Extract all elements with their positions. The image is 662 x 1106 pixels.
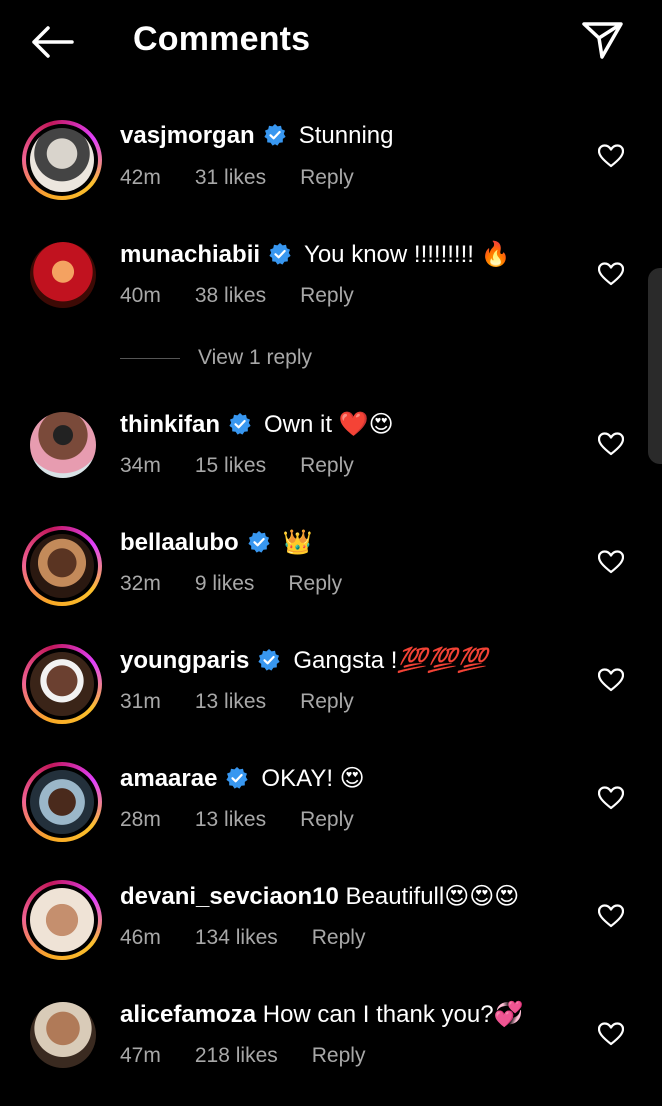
comment-row: bellaalubo 👑 32m 9 likes Reply: [0, 524, 662, 634]
comment-likes[interactable]: 38 likes: [195, 284, 266, 307]
comment-likes[interactable]: 31 likes: [195, 166, 266, 189]
back-arrow-icon[interactable]: [28, 22, 76, 62]
reply-button[interactable]: Reply: [312, 1044, 366, 1067]
page-title: Comments: [133, 20, 311, 58]
reply-button[interactable]: Reply: [288, 572, 342, 595]
comment-username[interactable]: munachiabii: [120, 241, 260, 268]
verified-badge-icon: [264, 124, 286, 146]
avatar[interactable]: [22, 238, 102, 318]
reply-button[interactable]: Reply: [300, 808, 354, 831]
reply-button[interactable]: Reply: [312, 926, 366, 949]
comment-text: How can I thank you?: [262, 1001, 494, 1028]
divider: [120, 357, 180, 359]
top-bar: Comments: [0, 0, 662, 84]
comment-emoji: 🔥: [480, 241, 511, 268]
share-icon[interactable]: [578, 16, 626, 64]
comment-time: 34m: [120, 454, 161, 477]
comment-emoji: 💞: [493, 1001, 524, 1028]
avatar[interactable]: [22, 998, 102, 1078]
comment-time: 31m: [120, 690, 161, 713]
comment-text: OKAY!: [261, 765, 333, 792]
avatar[interactable]: [22, 880, 102, 960]
comment-emoji: 💯💯💯: [397, 647, 488, 674]
scroll-handle[interactable]: [648, 268, 662, 464]
avatar[interactable]: [22, 408, 102, 488]
comment-row: youngparis Gangsta !💯💯💯 31m 13 likes Reply: [0, 642, 662, 752]
comment-likes[interactable]: 13 likes: [195, 808, 266, 831]
comment-username[interactable]: vasjmorgan: [120, 122, 255, 149]
comment-time: 42m: [120, 166, 161, 189]
comment-likes[interactable]: 134 likes: [195, 926, 278, 949]
comment-time: 47m: [120, 1044, 161, 1067]
like-heart-icon[interactable]: [598, 1022, 624, 1046]
comment-row: thinkifan Own it ❤️😍 34m 15 likes Reply: [0, 406, 662, 516]
avatar[interactable]: [22, 762, 102, 842]
comment-emoji: 👑: [282, 529, 313, 556]
verified-badge-icon: [258, 649, 280, 671]
comment-username[interactable]: amaarae: [120, 765, 217, 792]
comment-text: Stunning: [298, 122, 394, 149]
like-heart-icon[interactable]: [598, 904, 624, 928]
comment-row: munachiabii You know !!!!!!!!! 🔥 40m 38 li…: [0, 236, 662, 346]
reply-button[interactable]: Reply: [300, 454, 354, 477]
comment-row: vasjmorgan Stunning 42m 31 likes Reply: [0, 118, 662, 228]
comment-username[interactable]: youngparis: [120, 647, 249, 674]
avatar[interactable]: [22, 120, 102, 200]
comment-emoji: 😍: [339, 765, 365, 792]
comment-likes[interactable]: 218 likes: [195, 1044, 278, 1067]
verified-badge-icon: [248, 531, 270, 553]
like-heart-icon[interactable]: [598, 262, 624, 286]
comment-emoji: 😍😍😍: [444, 883, 520, 910]
verified-badge-icon: [269, 243, 291, 265]
reply-button[interactable]: Reply: [300, 690, 354, 713]
comment-emoji: ❤️😍: [338, 411, 394, 438]
comment-likes[interactable]: 15 likes: [195, 454, 266, 477]
avatar[interactable]: [22, 644, 102, 724]
verified-badge-icon: [229, 413, 251, 435]
reply-button[interactable]: Reply: [300, 166, 354, 189]
comment-row: devani_sevciaon10 Beautifull😍😍😍 46m 134 l…: [0, 878, 662, 988]
comment-time: 46m: [120, 926, 161, 949]
comment-username[interactable]: bellaalubo: [120, 529, 239, 556]
reply-button[interactable]: Reply: [300, 284, 354, 307]
comment-likes[interactable]: 9 likes: [195, 572, 255, 595]
avatar[interactable]: [22, 526, 102, 606]
comment-username[interactable]: devani_sevciaon10: [120, 883, 339, 910]
comment-time: 32m: [120, 572, 161, 595]
comment-row: amaarae OKAY! 😍 28m 13 likes Reply: [0, 760, 662, 870]
like-heart-icon[interactable]: [598, 144, 624, 168]
comment-time: 40m: [120, 284, 161, 307]
view-replies-link[interactable]: View 1 reply: [120, 346, 312, 370]
like-heart-icon[interactable]: [598, 550, 624, 574]
comment-row: alicefamoza How can I thank you?💞 47m 218…: [0, 996, 662, 1106]
comment-text: You know !!!!!!!!!: [304, 241, 474, 268]
comment-time: 28m: [120, 808, 161, 831]
comment-username[interactable]: thinkifan: [120, 411, 220, 438]
like-heart-icon[interactable]: [598, 432, 624, 456]
comment-likes[interactable]: 13 likes: [195, 690, 266, 713]
comment-username[interactable]: alicefamoza: [120, 1001, 256, 1028]
comment-text: Own it: [264, 411, 333, 438]
like-heart-icon[interactable]: [598, 668, 624, 692]
verified-badge-icon: [226, 767, 249, 789]
like-heart-icon[interactable]: [598, 786, 624, 810]
comment-text: Beautifull: [345, 883, 445, 910]
comment-text: Gangsta !: [293, 647, 398, 674]
